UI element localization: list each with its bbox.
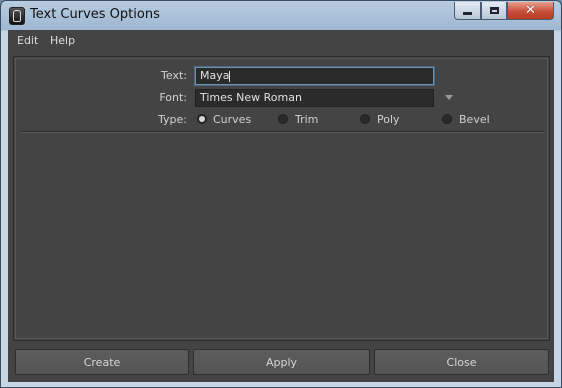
type-bevel-label[interactable]: Bevel: [459, 113, 490, 126]
options-window: Text Curves Options ✕ Edit Help Text: Ma…: [0, 0, 562, 388]
font-field-value: Times New Roman: [200, 91, 302, 104]
type-curves-label[interactable]: Curves: [213, 113, 251, 126]
type-poly-label[interactable]: Poly: [377, 113, 400, 126]
font-field[interactable]: Times New Roman: [195, 89, 434, 107]
type-trim-label[interactable]: Trim: [295, 113, 318, 126]
apply-button[interactable]: Apply: [193, 349, 370, 375]
options-panel-inner: Text: Maya Font: Times New Roman Type: C…: [15, 58, 548, 339]
title-bar[interactable]: Text Curves Options ✕: [1, 1, 561, 30]
close-button[interactable]: Close: [374, 349, 549, 375]
text-input-value: Maya: [200, 69, 230, 82]
window-title: Text Curves Options: [30, 7, 160, 22]
font-label: Font:: [159, 91, 187, 104]
minimize-button[interactable]: [454, 2, 481, 20]
menu-help[interactable]: Help: [50, 34, 75, 47]
text-cursor: [229, 70, 231, 82]
menu-edit[interactable]: Edit: [17, 34, 38, 47]
separator: [21, 131, 544, 133]
font-dropdown-arrow-icon[interactable]: [445, 95, 453, 100]
type-label: Type:: [158, 113, 187, 126]
text-input[interactable]: Maya: [195, 67, 434, 85]
text-label: Text:: [161, 69, 187, 82]
type-poly-radio[interactable]: [360, 114, 370, 124]
close-icon: ✕: [525, 3, 536, 18]
options-panel: Text: Maya Font: Times New Roman Type: C…: [13, 56, 550, 341]
maya-app-icon[interactable]: [9, 7, 25, 25]
close-window-button[interactable]: ✕: [507, 2, 554, 20]
create-button[interactable]: Create: [15, 349, 189, 375]
type-trim-radio[interactable]: [278, 114, 288, 124]
menu-bar: Edit Help: [8, 30, 554, 52]
type-bevel-radio[interactable]: [442, 114, 452, 124]
maximize-button[interactable]: [481, 2, 507, 20]
window-client: Edit Help Text: Maya Font: Times New Rom…: [8, 30, 554, 382]
minimize-icon: [463, 12, 472, 15]
type-curves-radio[interactable]: [197, 114, 207, 124]
maximize-icon: [489, 7, 499, 14]
